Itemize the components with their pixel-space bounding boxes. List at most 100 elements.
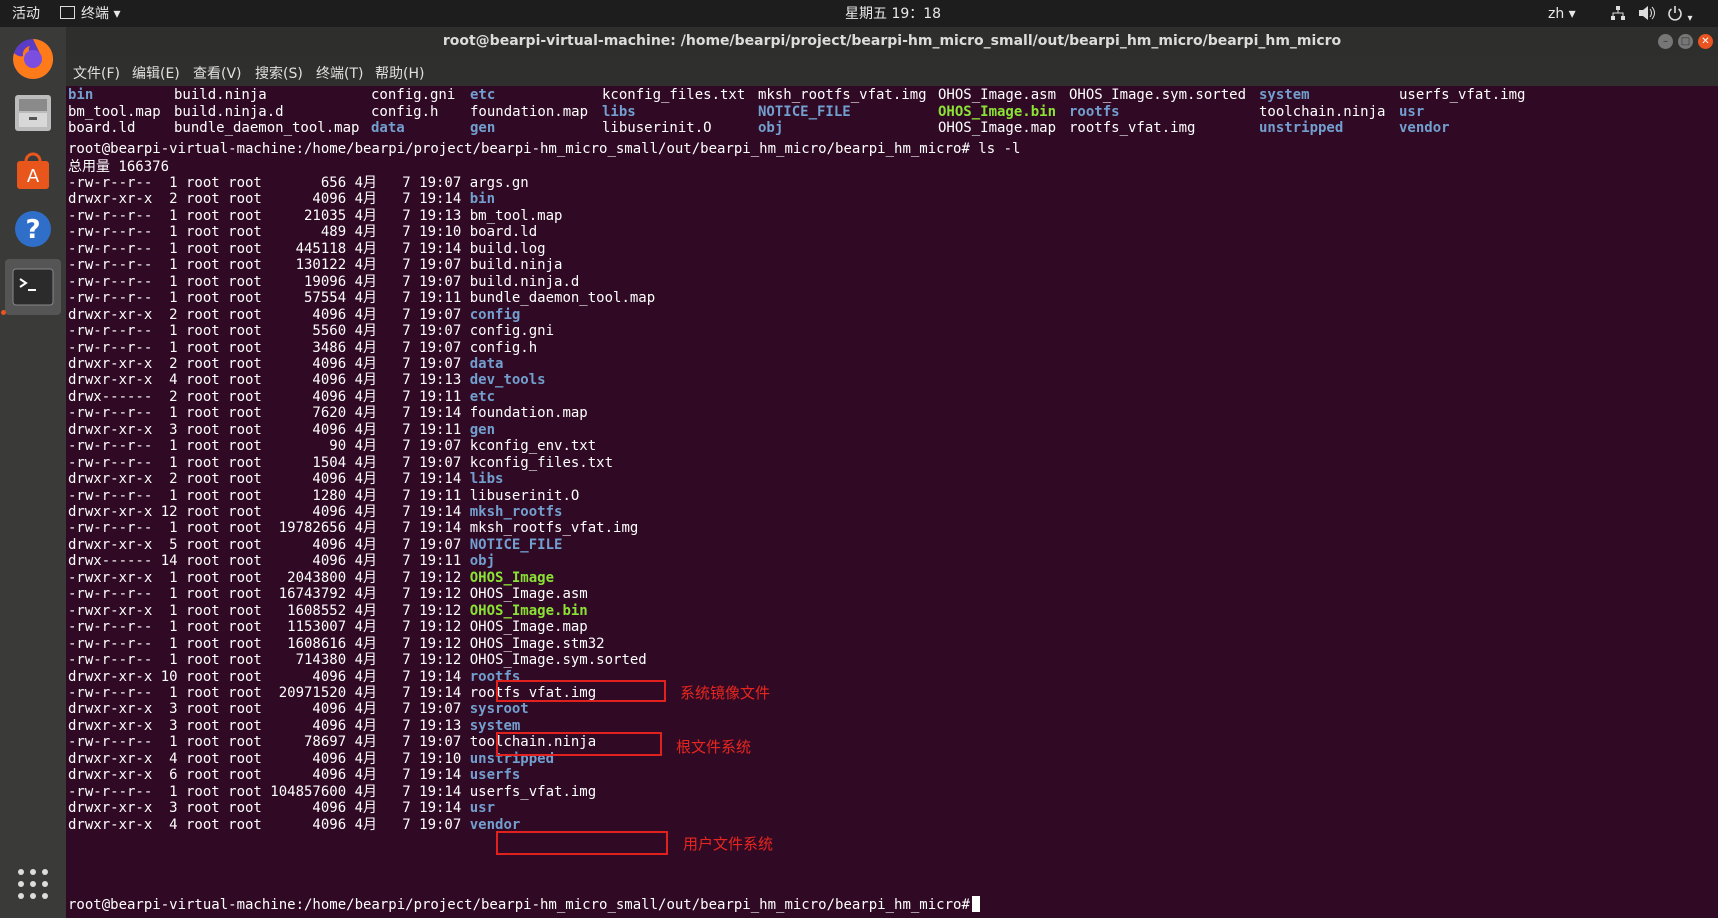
file-entry-name: OHOS_Image.asm (469, 586, 588, 603)
file-entry-meta: -rw-r--r-- 1 root root 78697 4月 7 19:07 (68, 734, 470, 751)
file-entry-row: -rw-r--r-- 1 root root 714380 4月 7 19:12… (68, 651, 647, 669)
file-entry-row: drwxr-xr-x 2 root root 4096 4月 7 19:07 c… (68, 306, 520, 324)
menu-search[interactable]: 搜索(S) (255, 63, 303, 83)
file-entry-row: drwx------ 2 root root 4096 4月 7 19:11 e… (68, 388, 495, 406)
file-entry-row: drwxr-xr-x 3 root root 4096 4月 7 19:07 s… (68, 700, 529, 718)
terminal-icon[interactable] (5, 259, 61, 315)
menu-help[interactable]: 帮助(H) (375, 63, 424, 83)
file-entry-row: -rw-r--r-- 1 root root 90 4月 7 19:07 kco… (68, 437, 596, 455)
file-entry-row: -rw-r--r-- 1 root root 19782656 4月 7 19:… (68, 519, 638, 537)
file-entry-name: OHOS_Image (469, 569, 555, 586)
file-entry-row: drwxr-xr-x 10 root root 4096 4月 7 19:14 … (68, 668, 520, 686)
terminal-output[interactable]: bin build.ninja config.gni etc kconfig_files… (66, 86, 1718, 918)
file-entry-row: drwxr-xr-x 2 root root 4096 4月 7 19:14 b… (68, 190, 495, 208)
file-entry-meta: -rw-r--r-- 1 root root 5560 4月 7 19:07 (68, 323, 470, 340)
ls-grid-entry: usr (1399, 103, 1425, 120)
maximize-button[interactable]: □ (1678, 34, 1693, 49)
file-entry-row: -rw-r--r-- 1 root root 104857600 4月 7 19… (68, 783, 596, 801)
file-entry-meta: drwxr-xr-x 2 root root 4096 4月 7 19:14 (68, 191, 470, 208)
file-entry-name: OHOS_Image.stm32 (469, 635, 605, 652)
file-entry-row: -rw-r--r-- 1 root root 16743792 4月 7 19:… (68, 585, 588, 603)
file-entry-name: userfs (469, 767, 521, 784)
file-entry-meta: -rw-r--r-- 1 root root 445118 4月 7 19:14 (68, 240, 470, 257)
close-button[interactable]: ✕ (1698, 34, 1713, 49)
ls-grid-entry: libuserinit.O (602, 120, 712, 136)
window-title: root@bearpi-virtual-machine: /home/bearp… (442, 33, 1342, 49)
file-entry-row: -rw-r--r-- 1 root root 21035 4月 7 19:13 … (68, 207, 562, 225)
menu-edit[interactable]: 编辑(E) (132, 63, 180, 83)
window-titlebar[interactable]: root@bearpi-virtual-machine: /home/bearp… (66, 27, 1718, 56)
power-icon[interactable]: ▾ (1667, 5, 1692, 28)
terminal-small-icon (60, 6, 75, 19)
file-entry-name: foundation.map (469, 405, 588, 422)
help-icon[interactable]: ? (5, 201, 61, 257)
file-entry-meta: -rw-r--r-- 1 root root 714380 4月 7 19:12 (68, 652, 470, 669)
ls-grid-entry: board.ld (68, 120, 136, 136)
menu-terminal[interactable]: 终端(T) (316, 63, 363, 83)
file-entry-row: -rw-r--r-- 1 root root 19096 4月 7 19:07 … (68, 273, 579, 291)
note-root-fs: 根文件系统 (676, 738, 752, 756)
software-center-icon[interactable]: A (5, 143, 61, 199)
file-entry-row: -rw-r--r-- 1 root root 5560 4月 7 19:07 c… (68, 322, 554, 340)
clock[interactable]: 星期五 19：18 (845, 5, 941, 23)
app-menu-button[interactable]: 终端 ▾ (60, 5, 120, 23)
file-entry-name: etc (469, 388, 496, 405)
activities-button[interactable]: 活动 (12, 5, 40, 23)
file-entry-meta: -rw-r--r-- 1 root root 21035 4月 7 19:13 (68, 207, 470, 224)
ls-grid-entry: foundation.map (470, 103, 589, 120)
show-applications-icon[interactable] (5, 856, 61, 912)
files-icon[interactable] (5, 85, 61, 141)
ls-grid-entry: OHOS_Image.bin (938, 103, 1057, 120)
minimize-button[interactable]: – (1658, 34, 1673, 49)
ls-grid-entry: kconfig_files.txt (602, 87, 746, 103)
file-entry-name: bm_tool.map (469, 207, 563, 224)
file-entry-row: drwxr-xr-x 4 root root 4096 4月 7 19:13 d… (68, 371, 546, 389)
file-entry-meta: -rw-r--r-- 1 root root 1280 4月 7 19:11 (68, 487, 470, 504)
file-entry-row: drwxr-xr-x 4 root root 4096 4月 7 19:07 v… (68, 816, 520, 834)
file-entry-meta: -rw-r--r-- 1 root root 16743792 4月 7 19:… (68, 586, 470, 603)
ls-grid-entry: system (1259, 87, 1310, 103)
final-prompt-text: root@bearpi-virtual-machine:/home/bearpi… (68, 897, 970, 913)
ls-grid-entry: bundle_daemon_tool.map (174, 120, 360, 136)
menu-view[interactable]: 查看(V) (193, 63, 242, 83)
file-entry-row: -rwxr-xr-x 1 root root 2043800 4月 7 19:1… (68, 569, 554, 587)
file-entry-name: build.ninja (469, 257, 563, 274)
file-entry-name: data (469, 355, 504, 372)
file-entry-meta: -rw-r--r-- 1 root root 489 4月 7 19:10 (68, 224, 470, 241)
top-bar: 活动 终端 ▾ 星期五 19：18 zh ▾ ▾ (0, 0, 1718, 27)
file-entry-meta: drwxr-xr-x 2 root root 4096 4月 7 19:07 (68, 306, 470, 323)
file-entry-meta: -rw-r--r-- 1 root root 7620 4月 7 19:14 (68, 405, 470, 422)
file-entry-row: drwxr-xr-x 12 root root 4096 4月 7 19:14 … (68, 503, 562, 521)
final-prompt[interactable]: root@bearpi-virtual-machine:/home/bearpi… (68, 896, 980, 914)
file-entry-row: -rw-r--r-- 1 root root 489 4月 7 19:10 bo… (68, 223, 537, 241)
file-entry-meta: -rw-r--r-- 1 root root 104857600 4月 7 19… (68, 783, 470, 800)
network-icon[interactable] (1610, 5, 1626, 26)
volume-icon[interactable] (1638, 5, 1656, 26)
ls-grid-entry: gen (470, 120, 496, 136)
ls-grid-entry: config.h (371, 103, 439, 120)
file-entry-meta: -rw-r--r-- 1 root root 3486 4月 7 19:07 (68, 339, 470, 356)
file-entry-row: -rw-r--r-- 1 root root 1153007 4月 7 19:1… (68, 618, 588, 636)
input-method-menu[interactable]: zh ▾ (1548, 5, 1576, 23)
firefox-icon[interactable] (5, 30, 61, 86)
file-entry-meta: drwxr-xr-x 4 root root 4096 4月 7 19:07 (68, 816, 470, 833)
menu-file[interactable]: 文件(F) (73, 63, 120, 83)
file-entry-meta: -rwxr-xr-x 1 root root 2043800 4月 7 19:1… (68, 569, 470, 586)
file-entry-row: -rw-r--r-- 1 root root 7620 4月 7 19:14 f… (68, 404, 588, 422)
file-entry-meta: drwxr-xr-x 10 root root 4096 4月 7 19:14 (68, 668, 470, 685)
ls-grid-entry: rootfs_vfat.img (1069, 120, 1196, 136)
file-entry-meta: -rw-r--r-- 1 root root 1608616 4月 7 19:1… (68, 635, 470, 652)
file-entry-name: usr (469, 800, 496, 817)
file-entry-row: -rwxr-xr-x 1 root root 1608552 4月 7 19:1… (68, 602, 588, 620)
svg-text:?: ? (25, 215, 40, 245)
svg-text:A: A (27, 166, 40, 187)
file-entry-name: build.log (469, 240, 546, 257)
file-entry-name: libs (469, 471, 504, 488)
file-entry-name: mksh_rootfs_vfat.img (469, 520, 639, 537)
ls-grid-entry: vendor (1399, 120, 1450, 136)
file-entry-meta: -rw-r--r-- 1 root root 90 4月 7 19:07 (68, 438, 470, 455)
file-entry-row: -rw-r--r-- 1 root root 1280 4月 7 19:11 l… (68, 487, 579, 505)
running-indicator (1, 310, 6, 315)
file-entry-name: board.ld (469, 224, 538, 241)
file-entry-meta: -rw-r--r-- 1 root root 19096 4月 7 19:07 (68, 273, 470, 290)
